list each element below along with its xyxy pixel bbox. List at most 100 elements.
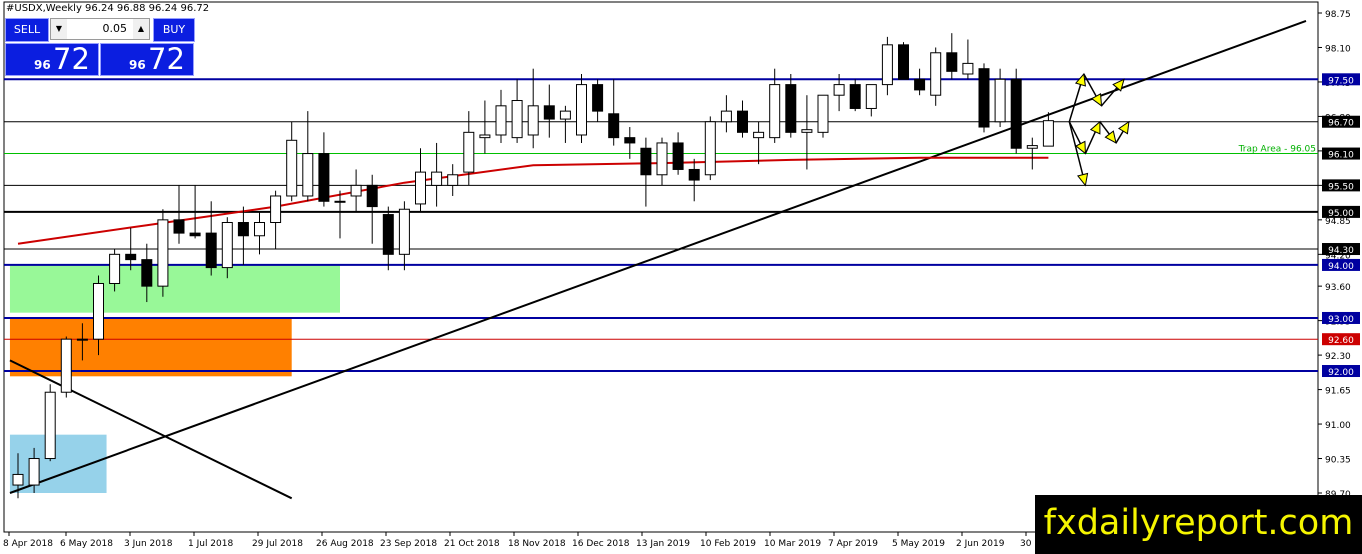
time-axis-label: 3 Jun 2018 [124, 539, 173, 549]
candle-body [962, 62, 974, 75]
price-level-tag: 96.10 [1322, 147, 1360, 161]
price-level-tag: 97.50 [1322, 73, 1360, 86]
candle-body [1042, 120, 1054, 147]
price-level-tag-label: 95.00 [1328, 209, 1354, 219]
sell-price[interactable]: 96 72 [5, 42, 99, 76]
candle-body [366, 184, 378, 208]
candle-body [994, 78, 1006, 123]
candle-body [109, 253, 121, 284]
candle-body [801, 129, 813, 133]
price-level-tag-label: 94.30 [1328, 246, 1354, 256]
lot-decrease-icon[interactable]: ▼ [51, 19, 67, 39]
candle [704, 116, 716, 181]
chart-title: #USDX,Weekly 96.24 96.88 96.24 96.72 [6, 3, 210, 14]
candle-body [753, 131, 765, 139]
time-axis-label: 26 Aug 2018 [316, 539, 374, 549]
candle-body [624, 137, 636, 144]
candle-body [28, 458, 40, 486]
price-level-tag: 94.00 [1322, 258, 1360, 272]
time-axis-label: 8 Apr 2018 [3, 539, 53, 549]
candle-body [576, 84, 587, 136]
price-level-tag-label: 96.10 [1328, 151, 1354, 161]
time-axis-label: 2 Jun 2019 [956, 539, 1005, 549]
time-axis-label: 21 Oct 2018 [444, 539, 500, 549]
candle-body [302, 153, 314, 197]
candle [817, 94, 829, 138]
candle-body [881, 44, 893, 86]
price-axis-tick-label: 91.00 [1325, 421, 1351, 431]
candle-body [688, 168, 700, 181]
candle-body [463, 131, 475, 173]
lot-size-field[interactable]: ▼ 0.05 ▲ [50, 18, 150, 40]
buy-button[interactable]: BUY [153, 18, 195, 42]
candle-body [1026, 145, 1038, 149]
zone-green [9, 264, 340, 313]
candle [157, 209, 169, 297]
candle-body [270, 195, 282, 224]
candle-body [398, 208, 410, 255]
lot-increase-icon[interactable]: ▲ [133, 19, 149, 39]
candle-body [608, 113, 620, 139]
sell-button[interactable]: SELL [5, 18, 49, 42]
candle-body [511, 100, 523, 139]
watermark-brand: fxdailyreport.com [1035, 495, 1362, 554]
candle-body [189, 232, 201, 237]
candle-body [785, 84, 797, 133]
candle-body [431, 171, 443, 186]
candle-body [447, 174, 459, 186]
price-level-tag: 94.30 [1322, 243, 1360, 256]
candle-body [76, 338, 88, 341]
candle-body [849, 84, 861, 109]
candle-body [914, 78, 926, 91]
time-axis-label: 7 Apr 2019 [828, 539, 878, 549]
candle-body [946, 52, 958, 72]
time-axis-label: 16 Dec 2018 [572, 539, 630, 549]
chart-window: Trap Area - 96.0598.7598.1097.4596.8096.… [0, 0, 1362, 554]
candle [978, 63, 990, 133]
zone-orange [9, 317, 292, 377]
candle-body [1010, 78, 1022, 149]
time-axis-label: 5 May 2019 [892, 539, 945, 549]
price-chart[interactable]: Trap Area - 96.0598.7598.1097.4596.8096.… [0, 0, 1362, 554]
candle-body [640, 147, 652, 176]
time-axis-label: 13 Jan 2019 [636, 539, 690, 549]
price-level-tag-label: 94.00 [1328, 262, 1354, 272]
candle-body [318, 153, 330, 202]
candle-body [205, 232, 217, 269]
candle-body [157, 219, 169, 287]
time-axis-label: 30 [1020, 539, 1032, 549]
candle-body [141, 259, 153, 287]
buy-price[interactable]: 96 72 [100, 42, 194, 76]
time-axis-label: 23 Sep 2018 [380, 539, 437, 549]
time-axis-label: 6 May 2018 [60, 539, 113, 549]
candle-body [350, 184, 362, 197]
price-level-tag-label: 97.50 [1328, 76, 1354, 86]
candle-body [254, 222, 265, 237]
candle-body [60, 338, 72, 393]
candle-body [12, 473, 24, 486]
buy-price-prefix: 96 [129, 58, 146, 72]
price-axis-tick-label: 90.35 [1325, 456, 1351, 466]
candle-body [672, 142, 684, 170]
candle [60, 336, 72, 398]
price-level-tag-label: 92.60 [1328, 336, 1354, 346]
candle-body [93, 282, 104, 340]
price-level-tag: 92.60 [1322, 333, 1360, 346]
candle-body [559, 110, 571, 120]
candle-body [930, 52, 942, 96]
candle-body [527, 105, 539, 136]
price-level-tag-label: 93.00 [1328, 315, 1354, 325]
time-axis-label: 1 Jul 2018 [188, 539, 233, 549]
candle-body [737, 110, 748, 133]
candle-body [495, 105, 507, 136]
sell-price-pips: 72 [53, 42, 90, 76]
candle-body [769, 84, 781, 139]
candle-body [592, 84, 604, 112]
price-level-tag: 95.50 [1322, 179, 1360, 192]
price-level-tag: 93.00 [1322, 311, 1360, 325]
candle [576, 73, 587, 143]
candle-body [237, 222, 249, 237]
candle-body [704, 121, 716, 176]
lot-size-value: 0.05 [102, 22, 128, 35]
price-axis-tick-label: 93.60 [1325, 283, 1351, 293]
